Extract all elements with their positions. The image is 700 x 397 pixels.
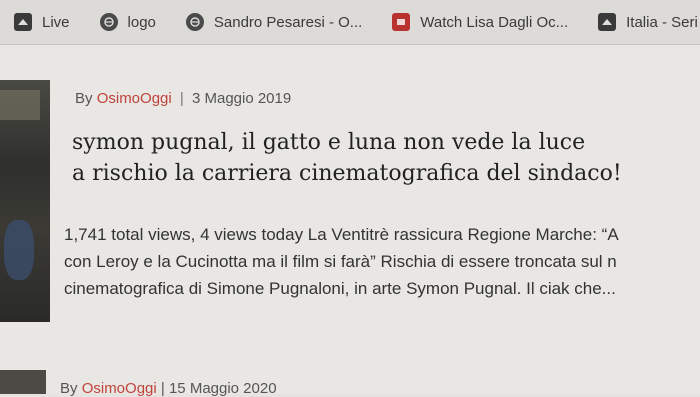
thumbnail-detail <box>4 220 34 280</box>
film-icon <box>598 13 617 31</box>
article-date: 15 Maggio 2020 <box>168 380 277 397</box>
meta-separator: | <box>179 90 184 107</box>
article-meta: By OsimoOggi | 3 Maggio 2019 <box>75 90 291 107</box>
globe-icon <box>185 13 204 31</box>
bookmark-live[interactable]: Live <box>14 13 70 31</box>
by-label: By <box>75 90 93 107</box>
article-title[interactable]: symon pugnal, il gatto e luna non vede l… <box>72 127 700 189</box>
excerpt-line: con Leroy e la Cucinotta ma il film si f… <box>64 252 617 271</box>
video-icon <box>392 13 411 31</box>
author-link[interactable]: OsimoOggi <box>97 90 172 107</box>
bookmark-label: Watch Lisa Dagli Oc... <box>420 13 569 31</box>
excerpt-line: cinematografica di Simone Pugnaloni, in … <box>64 279 616 298</box>
film-icon <box>14 13 32 31</box>
article-excerpt: 1,741 total views, 4 views today La Vent… <box>64 221 700 302</box>
by-label: By <box>60 380 78 397</box>
author-link[interactable]: OsimoOggi <box>82 380 157 397</box>
bookmark-logo[interactable]: logo <box>99 13 156 31</box>
bookmark-label: logo <box>127 13 156 31</box>
bookmarks-bar: Live logo Sandro Pesaresi - O... Watch L… <box>0 0 700 45</box>
bookmark-sandro-pesaresi[interactable]: Sandro Pesaresi - O... <box>185 13 363 31</box>
thumbnail-detail <box>0 90 40 120</box>
excerpt-line: 1,741 total views, 4 views today La Vent… <box>64 225 619 244</box>
bookmark-label: Live <box>42 13 70 31</box>
next-article-thumbnail[interactable] <box>0 370 46 394</box>
article-thumbnail[interactable] <box>0 80 50 322</box>
title-line: a rischio la carriera cinematografica de… <box>72 161 622 186</box>
article-list: By OsimoOggi | 3 Maggio 2019 symon pugna… <box>0 45 700 397</box>
bookmark-watch-lisa[interactable]: Watch Lisa Dagli Oc... <box>392 13 568 31</box>
globe-icon <box>99 13 118 31</box>
bookmark-italia[interactable]: Italia - Seri <box>598 13 698 31</box>
bookmark-label: Sandro Pesaresi - O... <box>213 13 363 31</box>
next-article-meta: By OsimoOggi | 15 Maggio 2020 <box>60 380 277 397</box>
title-line: symon pugnal, il gatto e luna non vede l… <box>72 130 586 155</box>
meta-separator: | <box>160 380 165 397</box>
bookmark-label: Italia - Seri <box>626 13 698 31</box>
article-date: 3 Maggio 2019 <box>191 90 292 107</box>
